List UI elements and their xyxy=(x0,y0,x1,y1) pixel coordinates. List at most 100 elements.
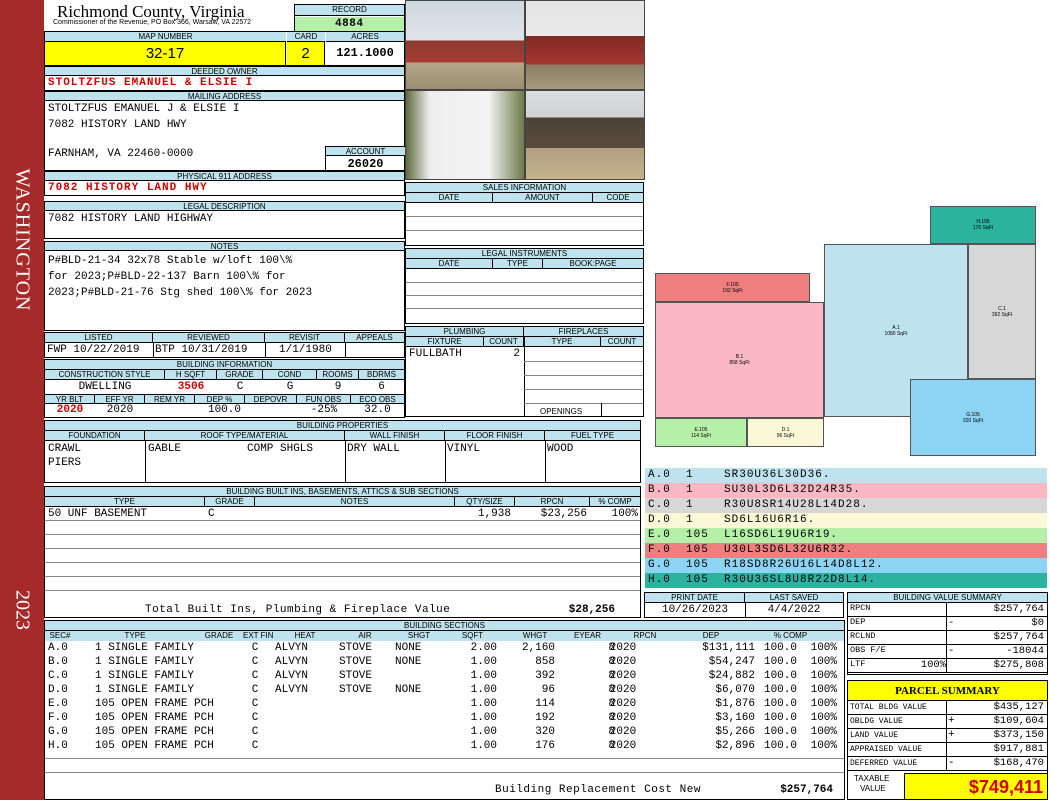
section-cell-sec: D.0 xyxy=(48,684,68,696)
section-cell-type: 1 SINGLE FAMILY xyxy=(95,684,195,696)
sales-amount-col: AMOUNT xyxy=(493,193,593,203)
notes-box: NOTES P#BLD-21-34 32x78 Stable w/loft 10… xyxy=(44,241,405,331)
section-cell-shgt: 1.00 xyxy=(470,698,497,710)
map-box: MAP NUMBER 32-17 CARD 2 ACRES 121.1000 xyxy=(44,31,405,66)
physical-box: PHYSICAL 911 ADDRESS 7082 HISTORY LAND H… xyxy=(44,171,405,196)
bi-qty-col: QTY/SIZE xyxy=(455,497,515,507)
section-cell-heat: STOVE xyxy=(339,684,373,696)
section-cell-air: NONE xyxy=(395,684,422,696)
cond-label: COND xyxy=(263,370,317,380)
fixture-count-col: COUNT xyxy=(484,337,524,347)
area-code-e: E.0 105 L16SD6L19U6R19. xyxy=(645,528,1047,543)
sketch-b: B.1 858 SqFt xyxy=(655,302,824,418)
card-label: CARD xyxy=(287,32,325,42)
roof-material: COMP SHGLS xyxy=(247,443,314,455)
section-cell-type: 105 OPEN FRAME PCH xyxy=(95,712,214,724)
section-row: D.0 1 SINGLE FAMILY C ALVYN STOVE NONE 1.00 96 8… xyxy=(45,684,844,698)
taxable-value: $749,411 xyxy=(904,773,1047,799)
cond-value: G xyxy=(286,381,294,393)
sections-label: BUILDING SECTIONS xyxy=(45,621,844,631)
bvs-row: LTF 100% $275,808 xyxy=(848,659,1047,673)
sections-col-eyear: EYEAR xyxy=(570,631,605,641)
section-cell-sqft: 2,160 xyxy=(521,642,555,654)
sections-col-rpcn: RPCN xyxy=(605,631,685,641)
funobs-label: FUN OBS xyxy=(297,394,351,404)
bvs-label: BUILDING VALUE SUMMARY xyxy=(848,593,1047,603)
mailing-line1: STOLTZFUS EMANUEL J & ELSIE I xyxy=(48,103,240,115)
sections-header: SEC# TYPE GRADE EXT FIN HEAT AIR SHGT SQFT WHGT E… xyxy=(45,631,844,641)
section-cell-eyear: 2020 xyxy=(609,740,637,752)
parcel-row: LAND VALUE + $373,150 xyxy=(848,729,1047,743)
section-cell-sec: E.0 xyxy=(48,698,68,710)
remyr-label: REM YR xyxy=(145,394,195,404)
parcel-cell: DEFERRED VALUE xyxy=(850,759,918,768)
section-cell-shgt: 1.00 xyxy=(470,712,497,724)
mailing-label: MAILING ADDRESS xyxy=(45,92,404,101)
area-code-f: F.0 105 U30L3SD6L32U6R32. xyxy=(645,543,1047,558)
section-cell-eyear: 2020 xyxy=(609,684,637,696)
section-row: B.0 1 SINGLE FAMILY C ALVYN STOVE NONE 1.00 858… xyxy=(45,656,844,670)
properties-box: BUILDING PROPERTIES FOUNDATION ROOF TYPE… xyxy=(44,420,641,483)
floor-finish: VINYL xyxy=(447,443,481,455)
section-cell-eyear: 2020 xyxy=(609,670,637,682)
parcel-box: PARCEL SUMMARY TOTAL BLDG VALUE $435,127 O… xyxy=(847,680,1048,800)
legal-value: 7082 HISTORY LAND HIGHWAY xyxy=(48,213,214,225)
bvs-cell: -18044 xyxy=(1006,645,1044,657)
tax-year: 2023 xyxy=(11,590,34,630)
section-cell-extfin: ALVYN xyxy=(275,684,309,696)
taxable-label-2: VALUE xyxy=(860,784,886,793)
section-cell-type: 1 SINGLE FAMILY xyxy=(95,642,195,654)
replacement-label: Building Replacement Cost New xyxy=(495,784,701,796)
section-cell-heat: STOVE xyxy=(339,642,373,654)
sections-col-comp: % COMP xyxy=(737,631,844,641)
taxable-label-1: TAXABLE xyxy=(854,774,890,783)
effyr-label: EFF YR xyxy=(95,394,145,404)
bi-type-col: TYPE xyxy=(45,497,205,507)
print-box: PRINT DATE LAST SAVED 10/26/2023 4/4/202… xyxy=(644,592,844,618)
roof-type: GABLE xyxy=(148,443,182,455)
sections-col-dep: DEP xyxy=(685,631,737,641)
bvs-row: DEP - $0 xyxy=(848,617,1047,631)
parcel-label: PARCEL SUMMARY xyxy=(848,681,1047,701)
bvs-cell: 100% xyxy=(920,659,946,671)
section-cell-shgt: 2.00 xyxy=(470,642,497,654)
section-cell-sqft: 176 xyxy=(535,740,555,752)
bvs-cell: - xyxy=(948,645,955,657)
section-cell-grade: C xyxy=(251,642,259,654)
bvs-cell: $257,764 xyxy=(993,603,1044,615)
construction-style-label: CONSTRUCTION STYLE xyxy=(45,370,165,380)
mailing-line2: 7082 HISTORY LAND HWY xyxy=(48,119,187,131)
district-label: WASHINGTON xyxy=(11,168,34,312)
section-cell-type: 105 OPEN FRAME PCH xyxy=(95,740,214,752)
construction-style: DWELLING xyxy=(78,381,132,393)
fixture-col: FIXTURE xyxy=(406,337,484,347)
ecoobs-value: 32.0 xyxy=(364,404,391,416)
parcel-cell: $109,604 xyxy=(993,715,1044,727)
record-label: RECORD xyxy=(295,5,404,16)
listed-value: FWP 10/22/2019 xyxy=(47,344,140,356)
bi-grade-col: GRADE xyxy=(205,497,255,507)
builtins-total: $28,256 xyxy=(568,604,615,616)
parcel-cell: + xyxy=(948,715,955,727)
effyr-value: 2020 xyxy=(106,404,134,416)
section-cell-sqft: 96 xyxy=(541,684,555,696)
mailing-box: MAILING ADDRESS STOLTZFUS EMANUEL J & EL… xyxy=(44,91,405,171)
section-cell-sec: B.0 xyxy=(48,656,68,668)
fireplace-count-col: COUNT xyxy=(601,337,643,347)
section-cell-comp: 100% xyxy=(810,684,837,696)
parcel-cell: - xyxy=(948,757,955,769)
section-cell-shgt: 1.00 xyxy=(470,656,497,668)
bvs-cell: RPCN xyxy=(850,603,871,613)
notes-line2: for 2023;P#BLD-22-137 Barn 100\% for xyxy=(48,271,286,283)
sketch-d: D.1 96 SqFt xyxy=(747,418,824,447)
section-cell-sqft: 114 xyxy=(535,698,555,710)
dep-value: 100.0 xyxy=(207,404,241,416)
area-code-h: H.0 105 R30U36SL8U8R22D8L14. xyxy=(645,573,1047,588)
section-cell-sec: H.0 xyxy=(48,740,68,752)
section-cell-sqft: 192 xyxy=(535,712,555,724)
properties-label: BUILDING PROPERTIES xyxy=(45,421,640,431)
parcel-cell: $373,150 xyxy=(993,729,1044,741)
area-code-d: D.0 1 SD6L16U6R16. xyxy=(645,513,1047,528)
parcel-cell: TOTAL BLDG VALUE xyxy=(850,703,927,712)
bvs-cell: - xyxy=(948,617,955,629)
